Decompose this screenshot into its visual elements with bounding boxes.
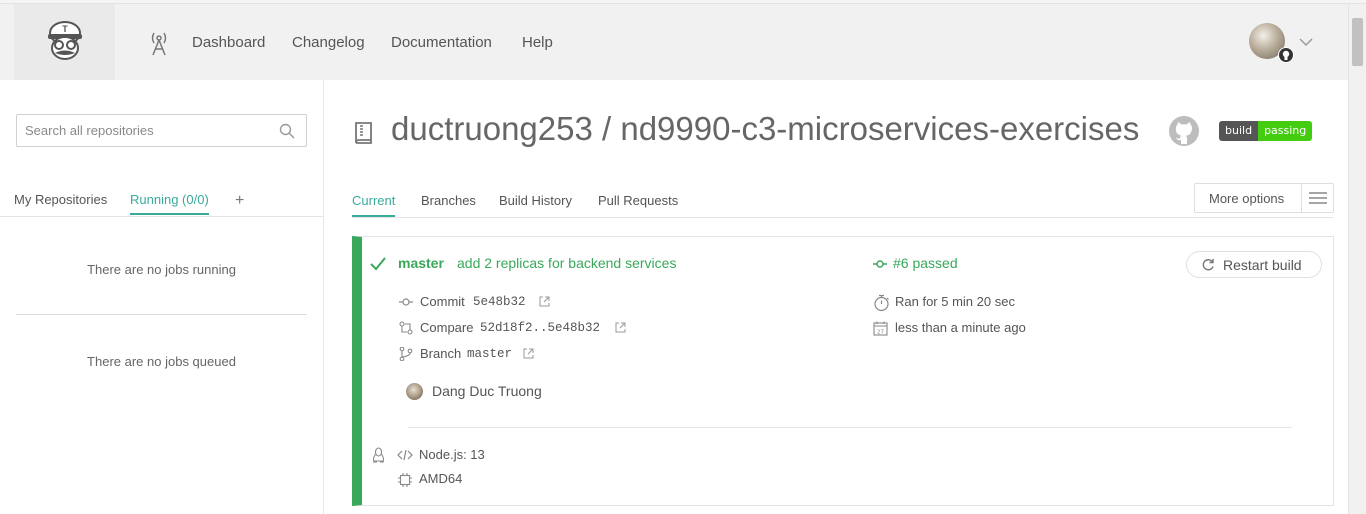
repository-icon	[355, 122, 372, 144]
build-status-badge[interactable]: build passing	[1219, 121, 1313, 141]
no-jobs-running-text: There are no jobs running	[87, 262, 236, 277]
travis-logo[interactable]: T	[14, 4, 115, 80]
commit-icon	[399, 298, 413, 306]
branch-label: Branch	[420, 346, 462, 361]
badge-label: build	[1219, 121, 1259, 141]
nav-documentation-link[interactable]: Documentation	[391, 34, 492, 51]
nav-dashboard-link[interactable]: Dashboard	[192, 34, 265, 51]
linux-icon	[372, 447, 385, 463]
checkmark-icon	[370, 257, 386, 271]
author-avatar	[406, 383, 423, 400]
badge-status: passing	[1258, 121, 1313, 141]
compare-icon	[399, 321, 413, 335]
github-icon[interactable]	[1168, 115, 1200, 147]
architecture-label: AMD64	[419, 471, 463, 486]
search-icon[interactable]	[279, 123, 295, 139]
build-duration: Ran for 5 min 20 sec	[895, 294, 1015, 309]
commit-dot-icon	[873, 260, 887, 268]
repository-search[interactable]	[16, 114, 307, 147]
divider	[352, 217, 1334, 218]
chevron-down-icon[interactable]	[1298, 36, 1314, 48]
no-jobs-queued-text: There are no jobs queued	[87, 354, 236, 369]
external-link-icon[interactable]	[539, 296, 550, 307]
search-input[interactable]	[17, 115, 267, 146]
tab-running[interactable]: Running (0/0)	[130, 192, 209, 215]
repository-title: ductruong253 / nd9990-c3-microservices-e…	[391, 110, 1140, 147]
build-status-link[interactable]: #6 passed	[893, 255, 958, 271]
top-navigation: T Dashboard Changelog Documentation Help	[0, 4, 1366, 80]
code-icon	[397, 449, 413, 461]
branch-icon	[399, 347, 413, 361]
restart-icon	[1202, 259, 1214, 271]
stopwatch-icon	[874, 294, 889, 312]
language-label: Node.js: 13	[419, 447, 485, 462]
compare-label: Compare	[420, 320, 474, 335]
github-badge-icon	[1278, 47, 1294, 63]
add-repository-button[interactable]: +	[235, 192, 244, 210]
more-options-button[interactable]: More options	[1194, 183, 1334, 213]
sidebar: My Repositories Running (0/0) + There ar…	[0, 80, 324, 514]
branch-link[interactable]: master	[398, 255, 444, 271]
compare-range-link[interactable]: 52d18f2..5e48b32	[480, 321, 600, 335]
divider	[408, 427, 1292, 428]
calendar-icon: 27	[873, 321, 888, 336]
scrollbar[interactable]	[1348, 4, 1366, 514]
mascot-icon: T	[48, 21, 82, 60]
commit-hash-link[interactable]: 5e48b32	[473, 295, 526, 309]
hamburger-menu-icon	[1309, 192, 1327, 204]
svg-text:27: 27	[877, 329, 884, 335]
author-name: Dang Duc Truong	[432, 383, 542, 399]
branch-name-link[interactable]: master	[467, 347, 512, 361]
more-options-label: More options	[1209, 191, 1285, 206]
restart-build-label: Restart build	[1223, 257, 1302, 273]
restart-build-button[interactable]: Restart build	[1186, 251, 1322, 278]
scrollbar-thumb[interactable]	[1352, 18, 1363, 66]
broadcast-icon[interactable]	[150, 31, 168, 57]
divider	[1301, 184, 1302, 212]
nav-help-link[interactable]: Help	[522, 34, 553, 51]
tab-pull-requests[interactable]: Pull Requests	[598, 193, 678, 208]
tab-my-repositories[interactable]: My Repositories	[14, 192, 107, 207]
build-finished-time: less than a minute ago	[895, 320, 1026, 335]
tab-build-history[interactable]: Build History	[499, 193, 572, 208]
nav-changelog-link[interactable]: Changelog	[292, 34, 365, 51]
external-link-icon[interactable]	[523, 348, 534, 359]
tab-branches[interactable]: Branches	[421, 193, 476, 208]
cpu-icon	[398, 473, 412, 487]
commit-message: add 2 replicas for backend services	[457, 255, 677, 271]
build-card: master add 2 replicas for backend servic…	[352, 236, 1334, 506]
divider	[0, 216, 323, 217]
svg-text:T: T	[62, 24, 68, 34]
tab-current[interactable]: Current	[352, 193, 396, 217]
external-link-icon[interactable]	[615, 322, 626, 333]
commit-label: Commit	[420, 294, 465, 309]
divider	[16, 314, 307, 315]
